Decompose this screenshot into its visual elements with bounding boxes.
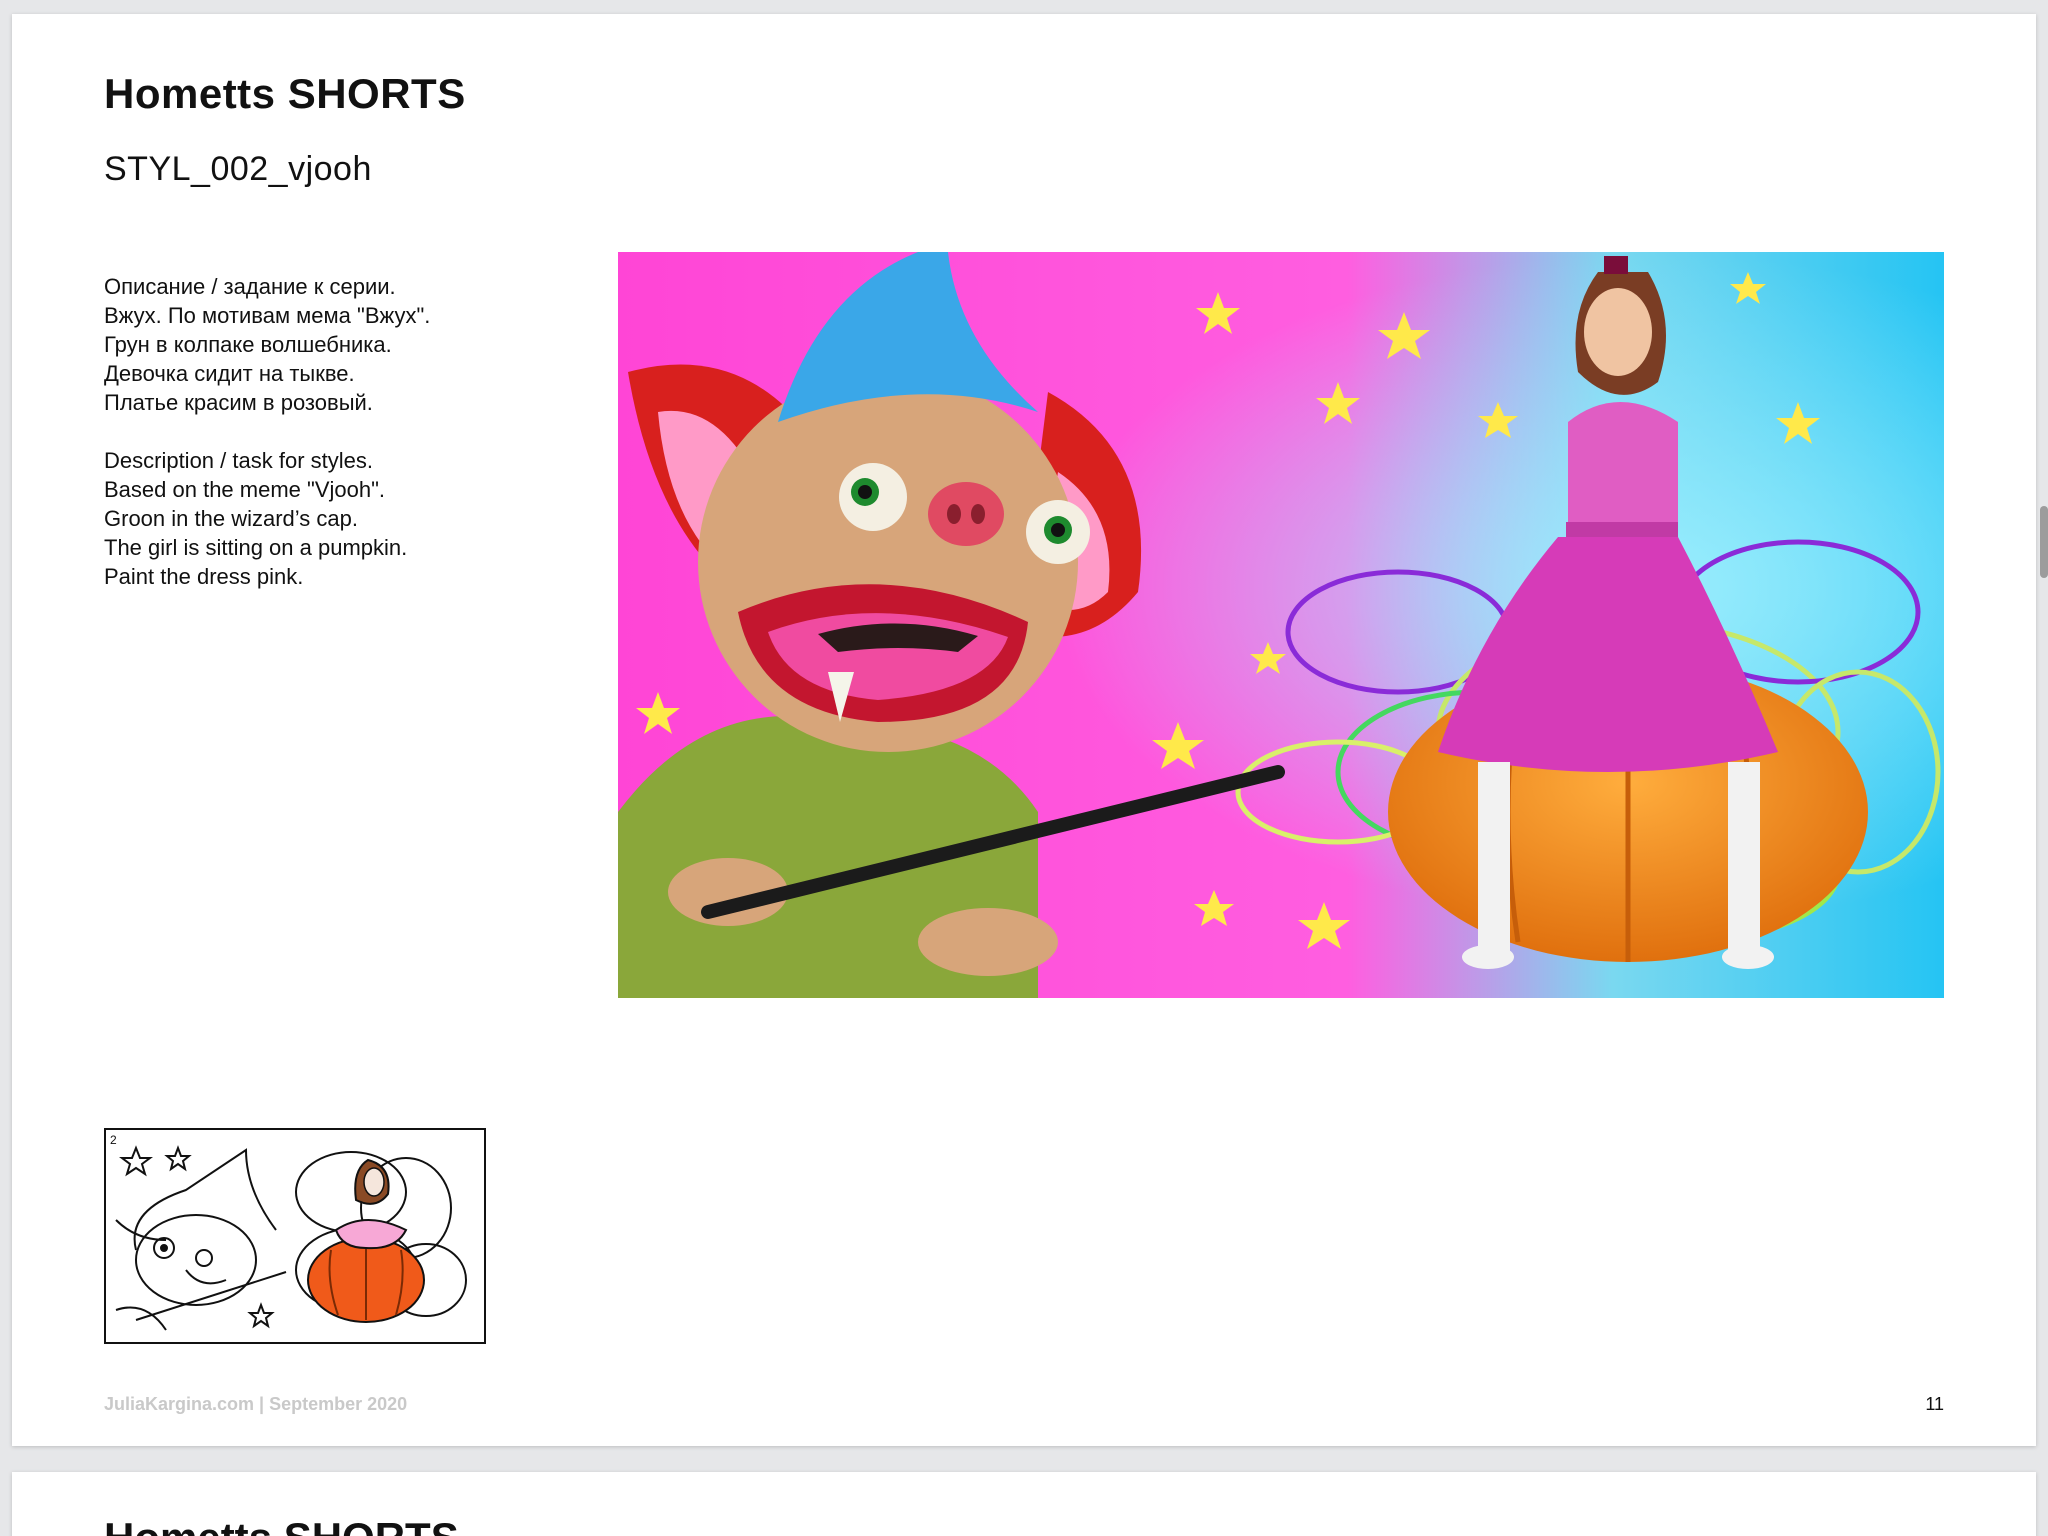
description-en-line: The girl is sitting on a pumpkin. [104, 535, 408, 560]
description-ru-line: Грун в колпаке волшебника. [104, 332, 392, 357]
next-page-preview: Hometts SHORTS [12, 1472, 2036, 1536]
description-en-line: Groon in the wizard’s cap. [104, 506, 358, 531]
style-code: STYL_002_vjooh [104, 150, 372, 188]
task-description: Описание / задание к серии. Вжух. По мот… [104, 272, 524, 591]
next-page-title: Hometts SHORTS [104, 1514, 459, 1536]
storyboard-sketch: 2 [104, 1128, 486, 1344]
document-page: Hometts SHORTS STYL_002_vjooh Описание /… [12, 14, 2036, 1446]
description-ru-line: Вжух. По мотивам мема "Вжух". [104, 303, 431, 328]
footer-credit: JuliaKargina.com | September 2020 [104, 1394, 408, 1414]
description-en-line: Description / task for styles. [104, 448, 373, 473]
document-viewer: Hometts SHORTS STYL_002_vjooh Описание /… [0, 0, 2048, 1536]
vertical-scrollbar[interactable] [2040, 506, 2048, 578]
svg-text:2: 2 [110, 1133, 117, 1147]
hero-image [618, 252, 1944, 998]
description-en-line: Based on the meme "Vjooh". [104, 477, 386, 502]
description-ru-line: Платье красим в розовый. [104, 390, 373, 415]
description-ru-line: Описание / задание к серии. [104, 274, 396, 299]
description-en-line: Paint the dress pink. [104, 564, 304, 589]
page-number: 11 [1925, 1394, 1944, 1414]
page-title: Hometts SHORTS [104, 70, 466, 117]
description-ru-line: Девочка сидит на тыкве. [104, 361, 355, 386]
